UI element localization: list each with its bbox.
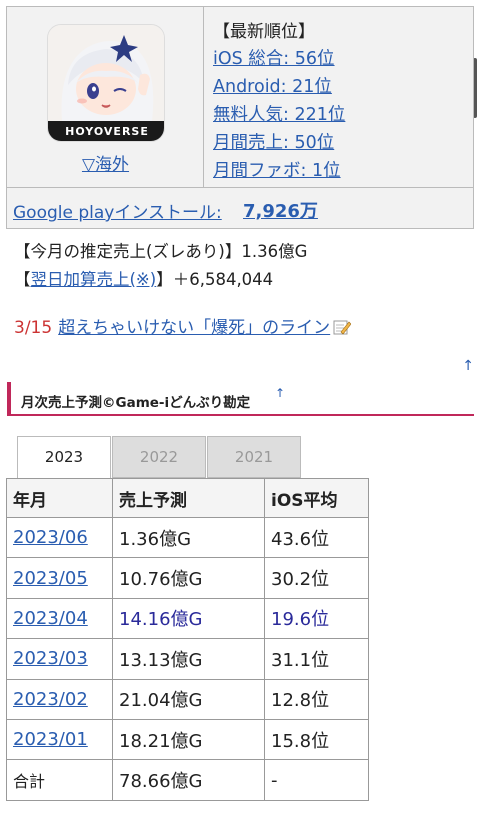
section-up-link[interactable]: ↑ (275, 386, 285, 400)
next-day-sales: 【翌日加算売上(※)】＋6,584,044 (14, 266, 273, 290)
month-cell: 2023/05 (6, 557, 113, 599)
next-day-sales-link[interactable]: 翌日加算売上(※) (31, 270, 157, 289)
sales-cell: 13.13億G (112, 638, 265, 680)
table-row: 2023/06 1.36億G 43.6位 (6, 516, 369, 559)
app-icon-cell: HOYOVERSE ▽海外 (7, 7, 204, 187)
app-info-top: HOYOVERSE ▽海外 【最新順位】 iOS 総合: 56位 Android… (7, 7, 473, 187)
brand-label: HOYOVERSE (48, 121, 164, 141)
total-ios: - (264, 759, 369, 801)
rank-free-popular[interactable]: 無料人気: 221位 (213, 101, 345, 126)
app-character-icon[interactable]: HOYOVERSE (47, 24, 165, 142)
rank-android[interactable]: Android: 21位 (213, 73, 332, 98)
table-total-row: 合計 78.66億G - (6, 759, 369, 801)
memo-pencil-icon (333, 320, 352, 335)
table-header-row: 年月 売上予測 iOS平均 (6, 478, 369, 518)
character-art-icon (48, 25, 164, 121)
section-heading: 月次売上予測©Game-iどんぶり勘定 ↑ (7, 382, 474, 416)
table-row: 2023/03 13.13億G 31.1位 (6, 638, 369, 680)
table-row: 2023/05 10.76億G 30.2位 (6, 557, 369, 599)
deathline-link[interactable]: 超えちゃいけない「爆死」のライン (58, 318, 330, 338)
month-cell: 2023/02 (6, 678, 113, 720)
ios-cell: 31.1位 (264, 638, 369, 680)
sales-cell: 18.21億G (112, 718, 265, 761)
deathline-row: 3/15 超えちゃいけない「爆死」のライン (14, 313, 352, 338)
overseas-link[interactable]: ▽海外 (7, 150, 204, 175)
rank-ios-overall[interactable]: iOS 総合: 56位 (213, 45, 335, 70)
google-play-installs-label[interactable]: Google playインストール: (13, 198, 222, 223)
ios-cell: 12.8位 (264, 678, 369, 720)
month-link[interactable]: 2023/06 (13, 527, 88, 548)
app-info-box: HOYOVERSE ▽海外 【最新順位】 iOS 総合: 56位 Android… (6, 6, 474, 229)
header-ios-average: iOS平均 (264, 478, 369, 518)
header-month: 年月 (6, 478, 113, 518)
sales-cell: 1.36億G (112, 516, 265, 559)
total-label: 合計 (6, 759, 113, 801)
next-day-sales-value: 】＋6,584,044 (156, 270, 274, 289)
month-cell: 2023/01 (6, 718, 113, 761)
month-cell: 2023/04 (6, 597, 113, 640)
tab-2023[interactable]: 2023 (17, 436, 111, 479)
month-cell: 2023/06 (6, 516, 113, 559)
section-title: 月次売上予測©Game-iどんぶり勘定 (21, 395, 251, 411)
rank-monthly-favorites[interactable]: 月間ファボ: 1位 (213, 157, 341, 182)
tab-2022[interactable]: 2022 (112, 436, 206, 478)
table-row: 2023/01 18.21億G 15.8位 (6, 718, 369, 761)
month-link[interactable]: 2023/02 (13, 689, 88, 710)
ios-cell: 15.8位 (264, 718, 369, 761)
month-link[interactable]: 2023/03 (13, 648, 88, 669)
tab-2021[interactable]: 2021 (207, 436, 301, 478)
monthly-estimate-sales: 【今月の推定売上(ズレあり)】1.36億G (14, 242, 308, 261)
ios-cell: 30.2位 (264, 557, 369, 599)
ranking-panel: 【最新順位】 iOS 総合: 56位 Android: 21位 無料人気: 22… (205, 7, 473, 187)
rank-monthly-sales[interactable]: 月間売上: 50位 (213, 129, 334, 154)
sales-cell: 21.04億G (112, 678, 265, 720)
sales-cell: 14.16億G (112, 597, 265, 640)
month-cell: 2023/03 (6, 638, 113, 680)
month-link[interactable]: 2023/04 (13, 608, 88, 629)
ranking-title: 【最新順位】 (213, 22, 315, 42)
google-play-installs-value[interactable]: 7,926万 (243, 197, 318, 223)
total-sales: 78.66億G (112, 759, 265, 801)
month-link[interactable]: 2023/05 (13, 568, 88, 589)
ios-cell: 43.6位 (264, 516, 369, 559)
back-to-top-link[interactable]: ↑ (462, 358, 474, 374)
next-day-prefix: 【 (14, 270, 31, 289)
sales-cell: 10.76億G (112, 557, 265, 599)
monthly-sales-table: 年月 売上予測 iOS平均 2023/06 1.36億G 43.6位 2023/… (6, 478, 369, 801)
table-row: 2023/02 21.04億G 12.8位 (6, 678, 369, 720)
header-sales-forecast: 売上予測 (112, 478, 265, 518)
deathline-date: 3/15 (14, 318, 53, 338)
google-play-installs-row: Google playインストール: 7,926万 (7, 187, 473, 228)
month-link[interactable]: 2023/01 (13, 729, 88, 750)
table-row-highlighted: 2023/04 14.16億G 19.6位 (6, 597, 369, 640)
ios-cell: 19.6位 (264, 597, 369, 640)
